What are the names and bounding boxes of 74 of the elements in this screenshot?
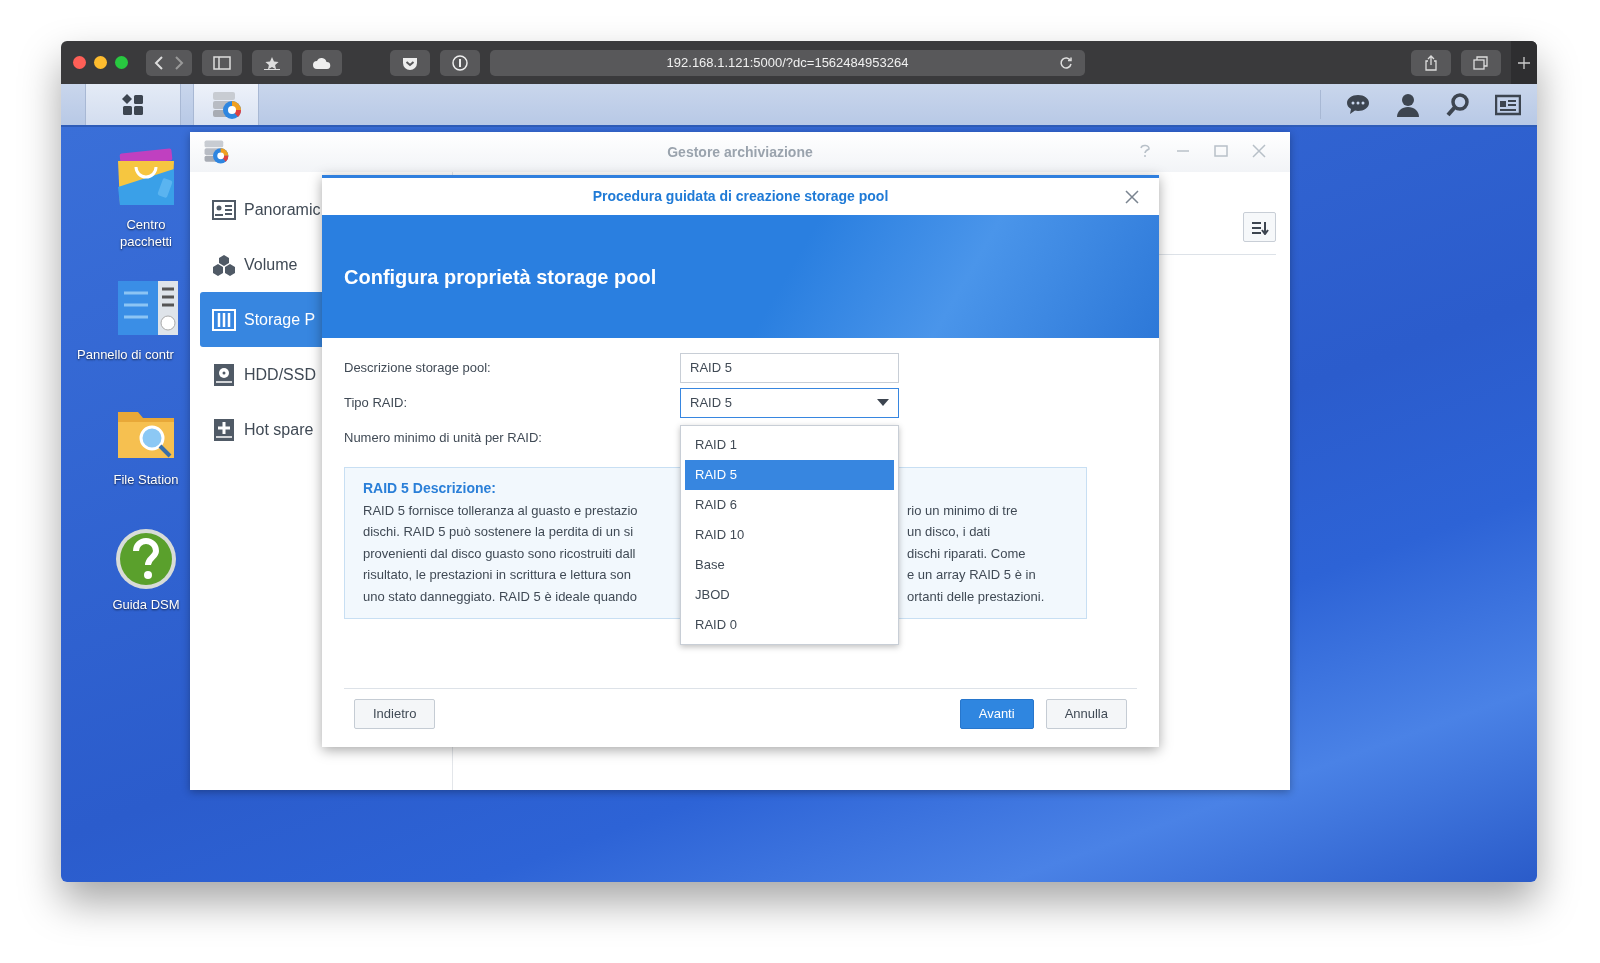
description-text: uno stato danneggiato. RAID 5 è ideale quando xyxy=(363,587,638,606)
minimize-window-icon[interactable] xyxy=(94,56,107,69)
dropdown-option[interactable]: JBOD xyxy=(685,580,894,610)
dropdown-option[interactable]: RAID 1 xyxy=(685,430,894,460)
overview-icon xyxy=(212,197,236,222)
main-menu-button[interactable] xyxy=(85,84,181,125)
desktop-icon-label[interactable]: File Station xyxy=(113,472,179,489)
bars-icon xyxy=(212,307,236,332)
share-icon xyxy=(1424,54,1438,71)
cloud-button[interactable] xyxy=(302,49,342,76)
description-text: RAID 5 fornisce tolleranza al guasto e prestazio xyxy=(363,501,639,520)
description-text: dischi riparati. Come xyxy=(907,544,1026,563)
field-label: Descrizione storage pool: xyxy=(344,358,492,377)
description-text: risultato, le prestazioni in scrittura e lettura son xyxy=(363,566,633,585)
dropdown-option[interactable]: RAID 6 xyxy=(685,490,894,520)
close-window-icon[interactable] xyxy=(73,56,86,69)
description-text: e un array RAID 5 è in xyxy=(907,566,1036,585)
storage-manager-taskbar-button[interactable] xyxy=(193,84,259,125)
close-icon[interactable] xyxy=(1125,189,1139,204)
field-label: Numero minimo di unità per RAID: xyxy=(344,428,543,447)
grid-icon xyxy=(121,92,145,117)
caret-icon xyxy=(877,398,889,407)
description-text: ortanti delle prestazioni. xyxy=(907,587,1045,606)
raid-type-select[interactable]: RAID 5 xyxy=(680,387,899,418)
sort-icon xyxy=(1250,220,1269,235)
plus-box-icon xyxy=(212,417,236,442)
text-field[interactable]: RAID 5 xyxy=(680,352,899,383)
pocket-icon xyxy=(402,55,418,70)
url-text: 192.168.1.121:5000/?dc=1562484953264 xyxy=(666,53,909,72)
back-icon xyxy=(154,55,164,70)
dropdown-option[interactable]: RAID 10 xyxy=(685,520,894,550)
field-label: Tipo RAID: xyxy=(344,393,409,412)
cancel-button[interactable]: Annulla xyxy=(1045,699,1127,729)
storage-app-icon xyxy=(202,138,230,166)
dialog-title: Procedura guidata di creazione storage pool xyxy=(592,187,889,206)
description-title: RAID 5 Descrizione: xyxy=(363,479,498,498)
password-button[interactable] xyxy=(440,49,480,76)
back-button[interactable]: Indietro xyxy=(354,699,436,729)
description-text: rio un minimo di tre xyxy=(907,501,1018,520)
plus-icon xyxy=(1518,56,1530,69)
sidebar-button[interactable] xyxy=(202,49,242,76)
reload-icon[interactable] xyxy=(1059,55,1073,70)
desktop-icon-label[interactable]: Guida DSM xyxy=(112,597,180,614)
cloud-icon xyxy=(312,55,332,70)
desktop-icon-label[interactable]: Pannello di contr xyxy=(77,347,174,364)
dropdown-option[interactable]: RAID 5 xyxy=(685,460,894,490)
dialog-heading: Configura proprietà storage pool xyxy=(344,264,657,290)
star-icon xyxy=(263,55,281,70)
dropdown-option[interactable]: RAID 0 xyxy=(685,610,894,640)
bookmarks-button[interactable] xyxy=(252,49,292,76)
sidebar-item[interactable]: Panoramic xyxy=(200,182,442,237)
share-button[interactable] xyxy=(1411,49,1451,76)
forward-icon xyxy=(174,55,184,70)
sort-button[interactable] xyxy=(1243,212,1276,242)
window-title: Gestore archiviazione xyxy=(667,142,813,162)
tabs-icon xyxy=(1473,55,1489,70)
description-text: provenienti dal disco guasto sono ricostruiti dall xyxy=(363,544,637,563)
sidebar-icon xyxy=(213,55,231,70)
tabs-button[interactable] xyxy=(1461,49,1501,76)
new-tab-button[interactable] xyxy=(1511,41,1537,84)
maximize-window-icon[interactable] xyxy=(115,56,128,69)
dropdown-option[interactable]: Base xyxy=(685,550,894,580)
description-text: un disco, i dati xyxy=(907,523,991,542)
pocket-button[interactable] xyxy=(390,49,430,76)
cubes-icon xyxy=(212,252,236,277)
desktop-icon-label[interactable]: Centro pacchetti xyxy=(101,217,191,251)
next-button[interactable]: Avanti xyxy=(959,699,1034,729)
address-field[interactable]: 192.168.1.121:5000/?dc=1562484953264 xyxy=(490,49,1085,76)
back-forward-button[interactable] xyxy=(146,49,192,76)
user-icon[interactable] xyxy=(1395,91,1421,118)
description-text: dischi. RAID 5 può sostenere la perdita di un si xyxy=(363,523,635,542)
keyhole-icon xyxy=(452,54,468,71)
search-icon[interactable] xyxy=(1445,91,1471,118)
question-mark-icon[interactable] xyxy=(114,527,178,591)
